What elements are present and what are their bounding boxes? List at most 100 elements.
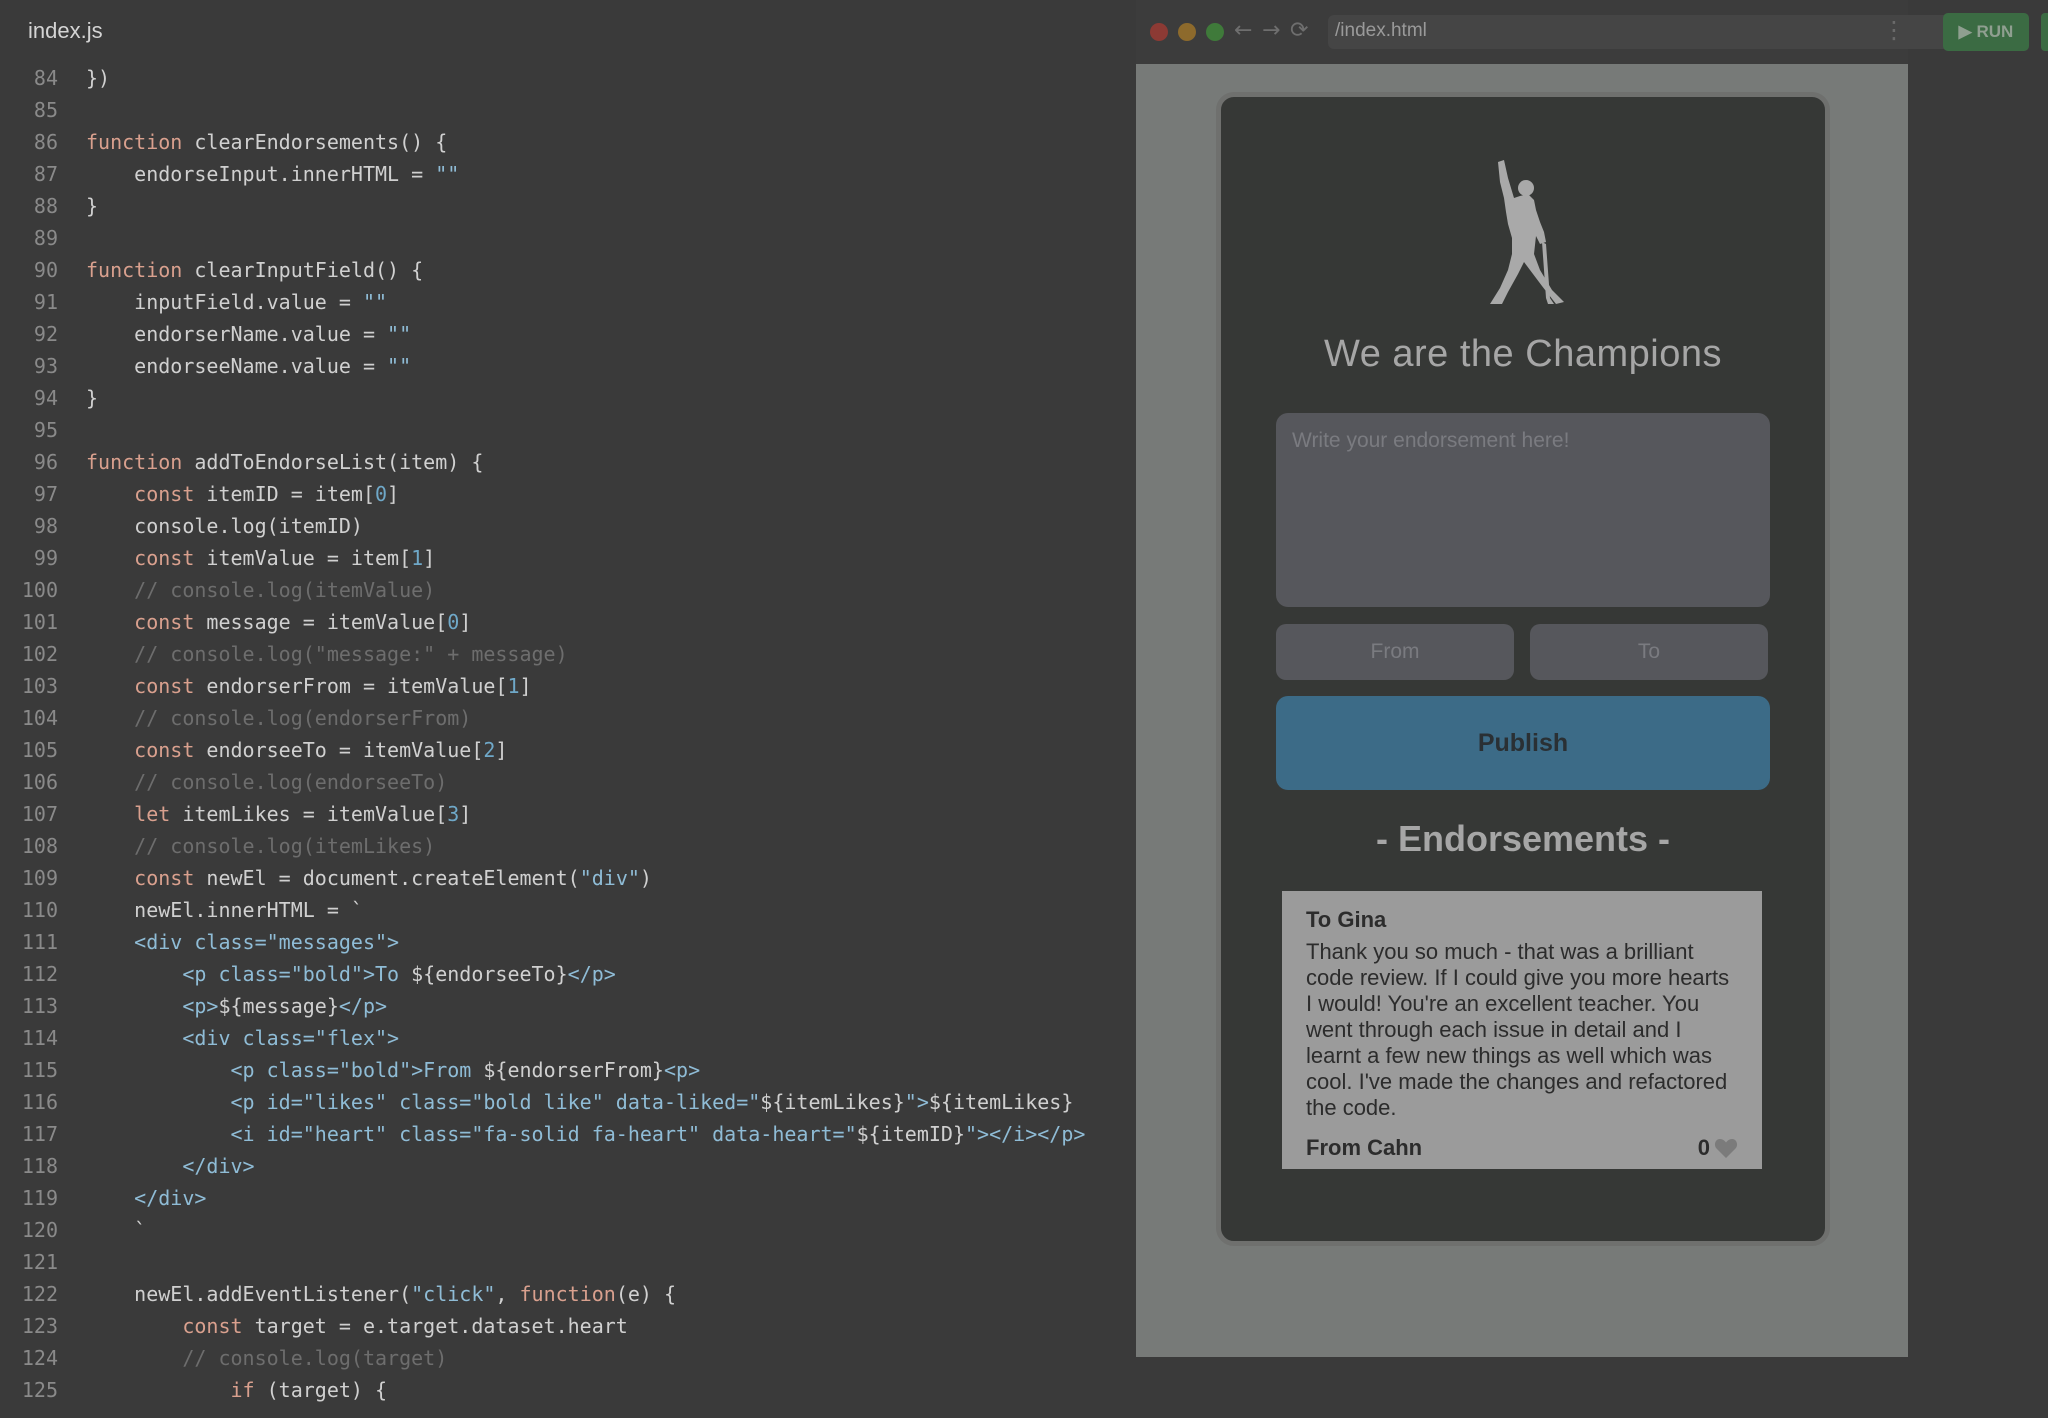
back-icon[interactable]: ← [1234, 18, 1252, 43]
line-text: </div> [86, 1184, 206, 1212]
code-line[interactable]: 88} [0, 192, 1136, 224]
line-number: 98 [33, 514, 58, 538]
code-token: ) [639, 866, 652, 890]
code-line[interactable]: 97 const itemID = item[0] [0, 480, 1136, 512]
endorsement-card[interactable]: To Gina Thank you so much - that was a b… [1282, 891, 1762, 1169]
line-text: // console.log(endorseeTo) [86, 768, 447, 796]
line-number: 88 [33, 194, 58, 218]
code-line[interactable]: 87 endorseInput.innerHTML = "" [0, 160, 1136, 192]
run-button[interactable]: ▶ RUN [1943, 13, 2029, 51]
code-line[interactable]: 105 const endorseeTo = itemValue[2] [0, 736, 1136, 768]
code-line[interactable]: 116 <p id="likes" class="bold like" data… [0, 1088, 1136, 1120]
reload-icon[interactable]: ⟳ [1290, 18, 1308, 43]
line-text: const message = itemValue[0] [86, 608, 471, 636]
line-text: console.log(itemID) [86, 512, 363, 540]
code-line[interactable]: 94} [0, 384, 1136, 416]
code-line[interactable]: 96 function addToEndorseList(item) { [0, 448, 1136, 480]
code-line[interactable]: 111 <div class="messages"> [0, 928, 1136, 960]
code-line[interactable]: 112 <p class="bold">To ${endorseeTo}</p> [0, 960, 1136, 992]
line-text: const itemID = item[0] [86, 480, 399, 508]
line-number: 118 [21, 1154, 58, 1178]
line-text: inputField.value = "" [86, 288, 387, 316]
close-window-dot[interactable] [1150, 23, 1168, 41]
code-line[interactable]: 108 // console.log(itemLikes) [0, 832, 1136, 864]
code-line[interactable]: 85 [0, 96, 1136, 128]
file-tab-title[interactable]: index.js [28, 18, 103, 44]
maximize-window-dot[interactable] [1206, 23, 1224, 41]
code-token: ${endorserFrom} [483, 1058, 664, 1082]
line-text: // console.log(endorserFrom) [86, 704, 471, 732]
code-line[interactable]: 103 const endorserFrom = itemValue[1] [0, 672, 1136, 704]
secondary-toolbar-button[interactable] [2041, 13, 2048, 51]
line-number: 91 [33, 290, 58, 314]
code-lines: 84}) 85 86 function clearEndorsements() {87… [0, 64, 1136, 1408]
code-token: const [86, 546, 207, 570]
code-token: 1 [411, 546, 424, 570]
to-input[interactable] [1530, 624, 1768, 680]
code-line[interactable]: 125 if (target) { [0, 1376, 1136, 1408]
endorsements-heading: - Endorsements - [1375, 818, 1671, 859]
minimize-window-dot[interactable] [1178, 23, 1196, 41]
endorsement-input[interactable] [1276, 413, 1770, 607]
code-token: clearInputField() { [194, 258, 424, 282]
code-token: const [86, 866, 207, 890]
code-line[interactable]: 109 const newEl = document.createElement… [0, 864, 1136, 896]
code-line[interactable]: 110 newEl.innerHTML = ` [0, 896, 1136, 928]
code-line[interactable]: 95 [0, 416, 1136, 448]
code-token: // console.log(target) [86, 1346, 448, 1370]
more-vertical-icon[interactable]: ⋮ [1882, 16, 1906, 44]
code-token: ] [459, 802, 472, 826]
line-text: </div> [86, 1152, 254, 1180]
code-token: addToEndorseList(item) { [194, 450, 484, 474]
from-input[interactable] [1276, 624, 1514, 680]
code-line[interactable]: 89 [0, 224, 1136, 256]
code-line[interactable]: 104 // console.log(endorserFrom) [0, 704, 1136, 736]
code-line[interactable]: 90 function clearInputField() { [0, 256, 1136, 288]
code-line[interactable]: 99 const itemValue = item[1] [0, 544, 1136, 576]
line-number: 113 [21, 994, 58, 1018]
code-line[interactable]: 98 console.log(itemID) [0, 512, 1136, 544]
code-line[interactable]: 115 <p class="bold">From ${endorserFrom}… [0, 1056, 1136, 1088]
code-token: newEl.innerHTML = ` [86, 898, 363, 922]
line-text: endorseeName.value = "" [86, 352, 411, 380]
line-number: 97 [33, 482, 58, 506]
code-line[interactable]: 121 [0, 1248, 1136, 1280]
code-editor[interactable]: index.js 84}) 85 86 function clearEndorseme… [0, 0, 1136, 1418]
code-line[interactable]: 117 <i id="heart" class="fa-solid fa-hea… [0, 1120, 1136, 1152]
code-line[interactable]: 124 // console.log(target) [0, 1344, 1136, 1376]
line-text: }) [86, 64, 110, 92]
code-line[interactable]: 114 <div class="flex"> [0, 1024, 1136, 1056]
code-line[interactable]: 113 <p>${message}</p> [0, 992, 1136, 1024]
code-token: </p> [567, 962, 616, 986]
code-line[interactable]: 107 let itemLikes = itemValue[3] [0, 800, 1136, 832]
code-line[interactable]: 92 endorserName.value = "" [0, 320, 1136, 352]
code-line[interactable]: 102 // console.log("message:" + message) [0, 640, 1136, 672]
url-bar[interactable] [1328, 15, 2008, 49]
code-line[interactable]: 101 const message = itemValue[0] [0, 608, 1136, 640]
code-line[interactable]: 106 // console.log(endorseeTo) [0, 768, 1136, 800]
heart-icon[interactable] [1714, 1137, 1738, 1159]
code-line[interactable]: 84}) [0, 64, 1136, 96]
code-line[interactable]: 123 const target = e.target.dataset.hear… [0, 1312, 1136, 1344]
code-line[interactable]: 93 endorseeName.value = "" [0, 352, 1136, 384]
code-token: "></i></p> [965, 1122, 1086, 1146]
forward-icon[interactable]: → [1262, 18, 1280, 43]
code-line[interactable]: 120 ` [0, 1216, 1136, 1248]
code-line[interactable]: 118 </div> [0, 1152, 1136, 1184]
line-text: <div class="flex"> [86, 1024, 399, 1052]
code-line[interactable]: 100 // console.log(itemValue) [0, 576, 1136, 608]
line-text: function addToEndorseList(item) { [86, 448, 483, 476]
code-token: function [519, 1282, 616, 1306]
line-number: 92 [33, 322, 58, 346]
code-token: endorserName.value = [86, 322, 388, 346]
code-line[interactable]: 119 </div> [0, 1184, 1136, 1216]
publish-button[interactable]: Publish [1276, 696, 1770, 790]
code-token: } [86, 194, 99, 218]
line-text: const target = e.target.dataset.heart [86, 1312, 628, 1340]
code-token: const [86, 610, 207, 634]
code-line[interactable]: 91 inputField.value = "" [0, 288, 1136, 320]
code-line[interactable]: 86 function clearEndorsements() { [0, 128, 1136, 160]
code-token: <div class="messages"> [86, 930, 400, 954]
code-line[interactable]: 122 newEl.addEventListener("click", func… [0, 1280, 1136, 1312]
line-number: 86 [33, 130, 58, 154]
